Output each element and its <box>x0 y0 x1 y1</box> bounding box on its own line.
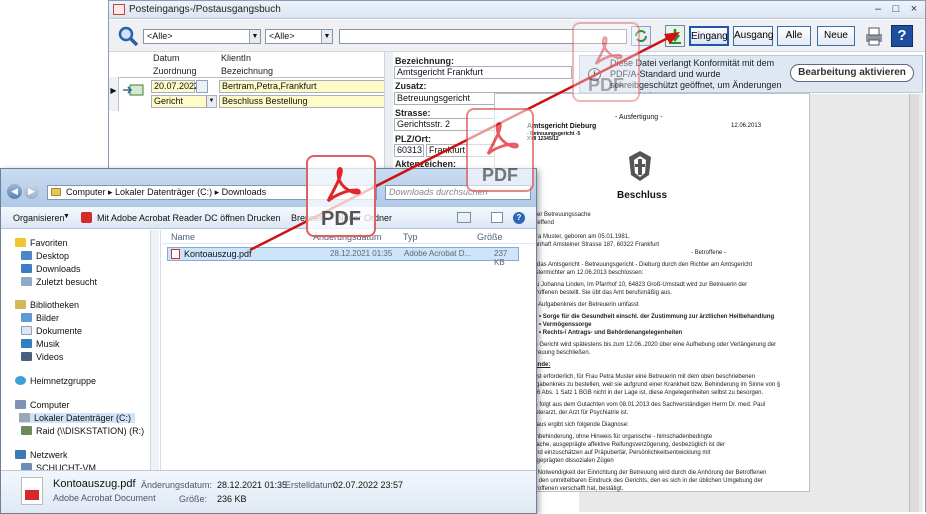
pdf-label-1: PDF <box>588 75 624 95</box>
acrobat-icon <box>486 122 519 156</box>
pdf-label-3: PDF <box>321 208 361 230</box>
drag-arrow <box>249 32 680 252</box>
acrobat-icon <box>594 36 623 65</box>
drag-arrow-head <box>664 32 680 44</box>
acrobat-icon <box>326 167 361 203</box>
pdf-drag-ghost-1: PDF <box>572 22 640 102</box>
pdf-label-2: PDF <box>482 165 518 185</box>
pdf-drag-ghost-3: PDF <box>306 155 376 237</box>
pdf-drag-ghost-2: PDF <box>466 108 534 192</box>
